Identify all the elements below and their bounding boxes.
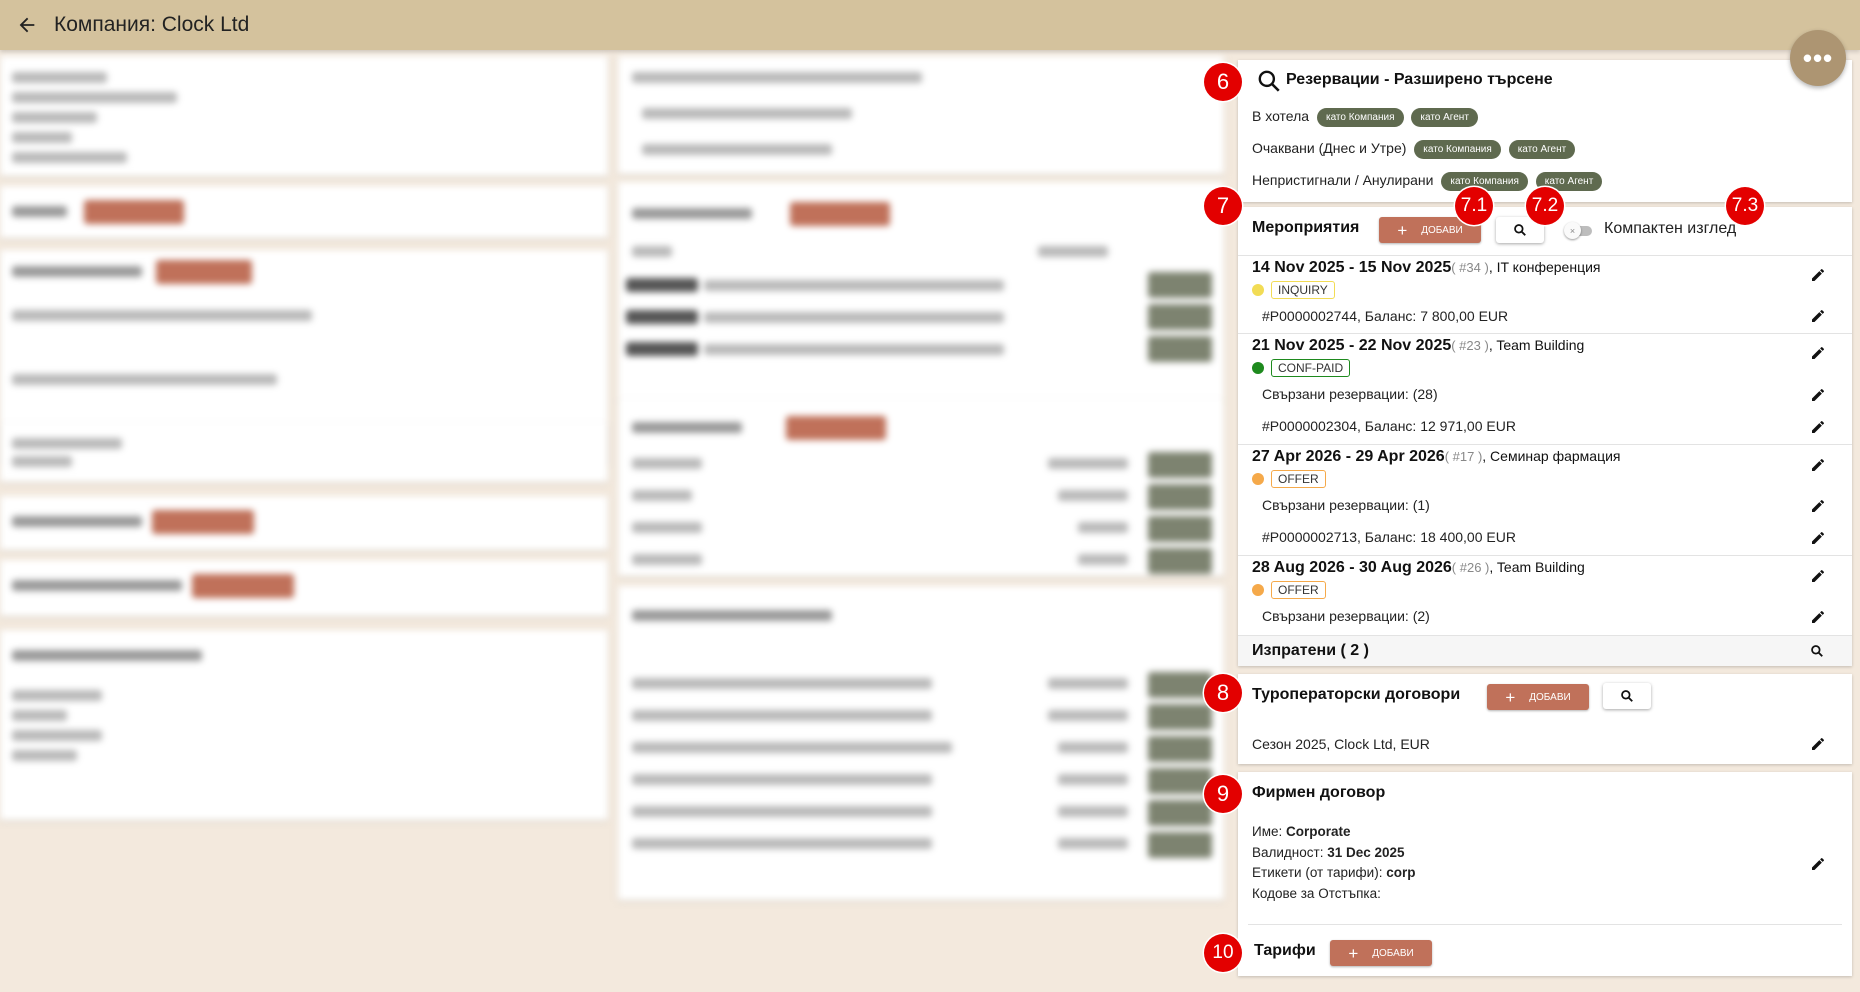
add-touroperator-button[interactable]: + ДОБАВИ — [1487, 684, 1589, 710]
contract-validity: Валидност: 31 Dec 2025 — [1252, 845, 1405, 860]
edit-icon[interactable] — [1810, 387, 1826, 403]
blurred-card — [0, 630, 608, 820]
add-label: ДОБАВИ — [1529, 691, 1571, 703]
reservations-search-card: Резервации - Разширено търсене В хотела … — [1238, 60, 1852, 202]
blurred-card — [618, 182, 1224, 402]
blurred-card — [0, 496, 608, 550]
company-contract-card: Фирмен договор Име: Corporate Валидност:… — [1238, 772, 1852, 976]
edit-icon[interactable] — [1810, 308, 1826, 324]
event-item-title[interactable]: 14 Nov 2025 - 15 Nov 2025( #34 ), IT кон… — [1252, 259, 1601, 277]
touroperator-contract-item[interactable]: Сезон 2025, Clock Ltd, EUR — [1252, 736, 1430, 752]
more-icon: ••• — [1802, 42, 1834, 73]
arrow-left-icon — [19, 17, 35, 33]
chip-as-agent[interactable]: като Агент — [1411, 108, 1478, 127]
edit-icon[interactable] — [1810, 345, 1826, 361]
row-label: Очаквани (Днес и Утре) — [1252, 140, 1407, 157]
page-title: Компания: Clock Ltd — [54, 13, 250, 36]
blurred-card — [0, 186, 608, 238]
compact-view-label: Компактен изглед — [1604, 220, 1737, 237]
event-folio-line: #P0000002304, Баланс: 12 971,00 EUR — [1262, 418, 1516, 434]
status-badge: CONF-PAID — [1252, 359, 1351, 377]
annotation-badge-7-1: 7.1 — [1455, 187, 1493, 225]
blurred-card — [618, 56, 1224, 174]
status-badge: INQUIRY — [1252, 281, 1335, 299]
status-badge: OFFER — [1252, 470, 1326, 488]
annotation-badge-8: 8 — [1204, 674, 1242, 712]
compact-view-toggle[interactable]: × — [1564, 221, 1594, 239]
plus-icon: + — [1348, 943, 1359, 963]
touroperator-title: Туроператорски договори — [1252, 686, 1461, 703]
search-icon[interactable] — [1810, 644, 1824, 658]
edit-icon[interactable] — [1810, 530, 1826, 546]
search-icon — [1621, 690, 1633, 702]
add-rate-button[interactable]: + ДОБАВИ — [1330, 940, 1432, 966]
add-label: ДОБАВИ — [1421, 224, 1463, 236]
edit-icon[interactable] — [1810, 736, 1826, 752]
edit-icon[interactable] — [1810, 498, 1826, 514]
back-button[interactable] — [0, 0, 54, 50]
plus-icon: + — [1397, 220, 1408, 240]
event-item-title[interactable]: 21 Nov 2025 - 22 Nov 2025( #23 ), Team B… — [1252, 337, 1584, 355]
chip-as-company[interactable]: като Компания — [1316, 108, 1404, 127]
company-contract-title: Фирмен договор — [1252, 784, 1386, 801]
search-icon — [1514, 224, 1526, 236]
event-linked-reservations: Свързани резервации: (2) — [1262, 608, 1430, 624]
event-linked-reservations: Свързани резервации: (28) — [1262, 386, 1438, 402]
blurred-card — [0, 56, 608, 176]
status-badge: OFFER — [1252, 581, 1326, 599]
event-linked-reservations: Свързани резервации: (1) — [1262, 497, 1430, 513]
row-label: Непристигнали / Анулирани — [1252, 172, 1434, 189]
edit-icon[interactable] — [1810, 609, 1826, 625]
annotation-badge-10: 10 — [1204, 934, 1242, 972]
annotation-badge-9: 9 — [1204, 775, 1242, 813]
add-label: ДОБАВИ — [1372, 947, 1414, 959]
edit-icon[interactable] — [1810, 856, 1826, 872]
reservations-title: Резервации - Разширено търсене — [1286, 71, 1553, 88]
app-header: Компания: Clock Ltd — [0, 0, 1860, 50]
contract-discount-codes: Кодове за Отстъпка: — [1252, 886, 1381, 901]
annotation-badge-7: 7 — [1204, 187, 1242, 225]
event-folio-line: #P0000002713, Баланс: 18 400,00 EUR — [1262, 529, 1516, 545]
reservations-row-in-hotel: В хотела като Компания като Агент — [1252, 108, 1478, 127]
events-title: Мероприятия — [1252, 219, 1360, 236]
chip-as-company[interactable]: като Компания — [1441, 172, 1528, 191]
annotation-badge-7-2: 7.2 — [1526, 187, 1564, 225]
edit-icon[interactable] — [1810, 568, 1826, 584]
event-item-title[interactable]: 28 Aug 2026 - 30 Aug 2026( #26 ), Team B… — [1252, 559, 1585, 577]
sent-events-footer[interactable]: Изпратени ( 2 ) — [1238, 635, 1852, 666]
edit-icon[interactable] — [1810, 457, 1826, 473]
search-touroperator-button[interactable] — [1603, 683, 1651, 709]
contract-tags: Етикети (от тарифи): corp — [1252, 865, 1416, 880]
contract-name: Име: Corporate — [1252, 824, 1351, 839]
edit-icon[interactable] — [1810, 267, 1826, 283]
event-item-title[interactable]: 27 Apr 2026 - 29 Apr 2026( #17 ), Семина… — [1252, 448, 1621, 466]
blurred-card — [618, 398, 1224, 576]
event-folio-line: #P0000002744, Баланс: 7 800,00 EUR — [1262, 308, 1509, 324]
reservations-row-expected: Очаквани (Днес и Утре) като Компания кат… — [1252, 140, 1576, 159]
blurred-background — [0, 56, 1230, 992]
annotation-badge-6: 6 — [1204, 63, 1242, 101]
search-icon — [1258, 70, 1280, 92]
rates-title: Тарифи — [1254, 942, 1316, 959]
events-card: Мероприятия + ДОБАВИ × Компактен изглед 1… — [1238, 207, 1852, 666]
blurred-card — [618, 586, 1224, 900]
blurred-card — [0, 422, 608, 482]
sent-events-label: Изпратени ( 2 ) — [1252, 642, 1369, 659]
touroperator-contracts-card: Туроператорски договори + ДОБАВИ Сезон 20… — [1238, 674, 1852, 764]
blurred-card — [0, 560, 608, 616]
plus-icon: + — [1505, 687, 1516, 707]
row-label: В хотела — [1252, 108, 1310, 125]
edit-icon[interactable] — [1810, 419, 1826, 435]
chip-as-company[interactable]: като Компания — [1414, 140, 1501, 159]
chip-as-agent[interactable]: като Агент — [1508, 140, 1576, 159]
annotation-badge-7-3: 7.3 — [1726, 187, 1764, 225]
more-actions-button[interactable]: ••• — [1790, 30, 1846, 86]
